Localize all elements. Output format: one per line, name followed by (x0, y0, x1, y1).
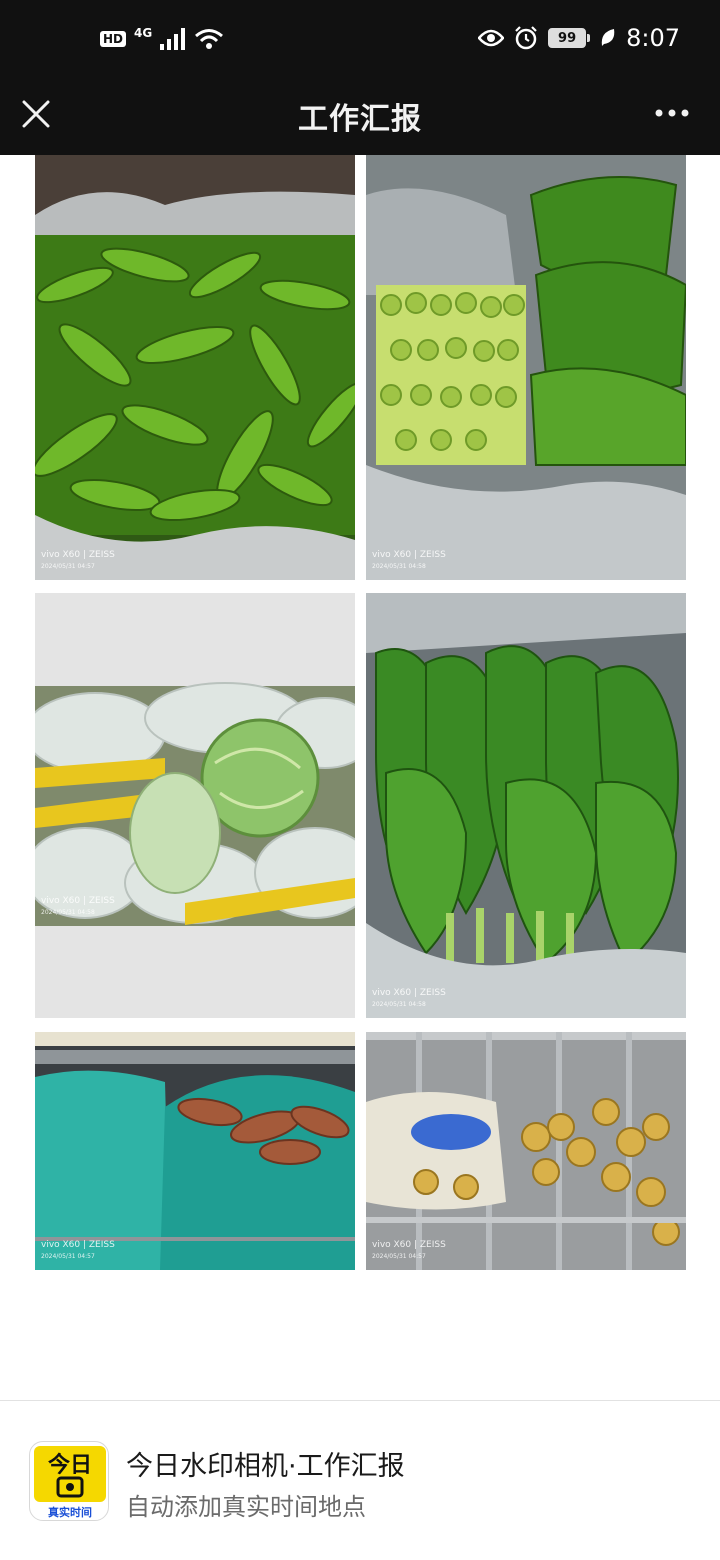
watermark-date: 2024/05/31 04:58 (372, 1001, 426, 1008)
app-card[interactable]: 今日 真实时间 今日水印相机·工作汇报 自动添加真实时间地点 (0, 1401, 720, 1560)
app-icon-subtitle: 真实时间 (48, 1505, 92, 1519)
title-bar: 工作汇报 (0, 84, 720, 155)
green-peppers-image (35, 155, 355, 580)
photo-watermark: vivo X60 | ZEISS 2024/05/31 04:58 (372, 988, 446, 1010)
page-title: 工作汇报 (298, 102, 422, 137)
eye-icon (478, 29, 505, 47)
watermark-date: 2024/05/31 04:57 (372, 1253, 426, 1260)
photo-ginger[interactable]: vivo X60 | ZEISS 2024/05/31 04:57 (366, 1032, 686, 1270)
photo-watermark: vivo X60 | ZEISS 2024/05/31 04:57 (41, 550, 115, 572)
photo-watermark: vivo X60 | ZEISS 2024/05/31 04:58 (372, 550, 446, 572)
app-name: 今日水印相机·工作汇报 (126, 1451, 405, 1482)
alarm-icon (515, 26, 537, 50)
wifi-icon (195, 29, 224, 49)
watermark-brand: vivo X60 | ZEISS (41, 1240, 115, 1250)
more-button[interactable] (654, 98, 690, 128)
watermark-date: 2024/05/31 04:57 (41, 1253, 95, 1260)
signal-icon (160, 28, 186, 50)
more-icon (655, 109, 689, 117)
battery-level: 99 (548, 28, 587, 48)
status-right: 99 8:07 (478, 24, 680, 52)
status-bar: HD 4G 99 8:07 (0, 0, 720, 84)
photo-watermark: vivo X60 | ZEISS 2024/05/31 04:57 (41, 1240, 115, 1262)
watermark-date: 2024/05/31 04:58 (41, 909, 95, 916)
network-type: 4G (134, 26, 153, 40)
watermark-brand: vivo X60 | ZEISS (41, 896, 115, 906)
watermark-brand: vivo X60 | ZEISS (41, 550, 115, 560)
clock: 8:07 (626, 24, 680, 52)
photo-green-peppers[interactable]: vivo X60 | ZEISS 2024/05/31 04:57 (35, 155, 355, 580)
app-description: 自动添加真实时间地点 (126, 1493, 366, 1521)
photo-mustard-greens[interactable]: vivo X60 | ZEISS 2024/05/31 04:58 (366, 593, 686, 1018)
photo-stem-lettuce[interactable]: vivo X60 | ZEISS 2024/05/31 04:58 (366, 155, 686, 580)
photo-sweet-potatoes[interactable]: vivo X60 | ZEISS 2024/05/31 04:57 (35, 1032, 355, 1270)
watermark-date: 2024/05/31 04:57 (41, 563, 95, 570)
mustard-greens-image (366, 593, 686, 1018)
photo-watermark: vivo X60 | ZEISS 2024/05/31 04:57 (372, 1240, 446, 1262)
cabbage-image (35, 593, 355, 1018)
stem-lettuce-image (366, 155, 686, 580)
watermark-date: 2024/05/31 04:58 (372, 563, 426, 570)
photo-watermark: vivo X60 | ZEISS 2024/05/31 04:58 (41, 896, 115, 918)
camera-app-icon: 今日 真实时间 (34, 1446, 106, 1519)
status-left: HD 4G (100, 26, 224, 50)
hd-badge: HD (100, 31, 127, 47)
sweet-potatoes-image (35, 1032, 355, 1270)
app-icon: 今日 真实时间 (29, 1441, 109, 1521)
battery-icon: 99 (548, 28, 591, 48)
ginger-image (366, 1032, 686, 1270)
photo-cabbage[interactable]: vivo X60 | ZEISS 2024/05/31 04:58 (35, 593, 355, 1018)
app-icon-title: 今日 (48, 1452, 92, 1478)
watermark-brand: vivo X60 | ZEISS (372, 988, 446, 998)
watermark-brand: vivo X60 | ZEISS (372, 1240, 446, 1250)
watermark-brand: vivo X60 | ZEISS (372, 550, 446, 560)
leaf-icon (601, 29, 615, 46)
